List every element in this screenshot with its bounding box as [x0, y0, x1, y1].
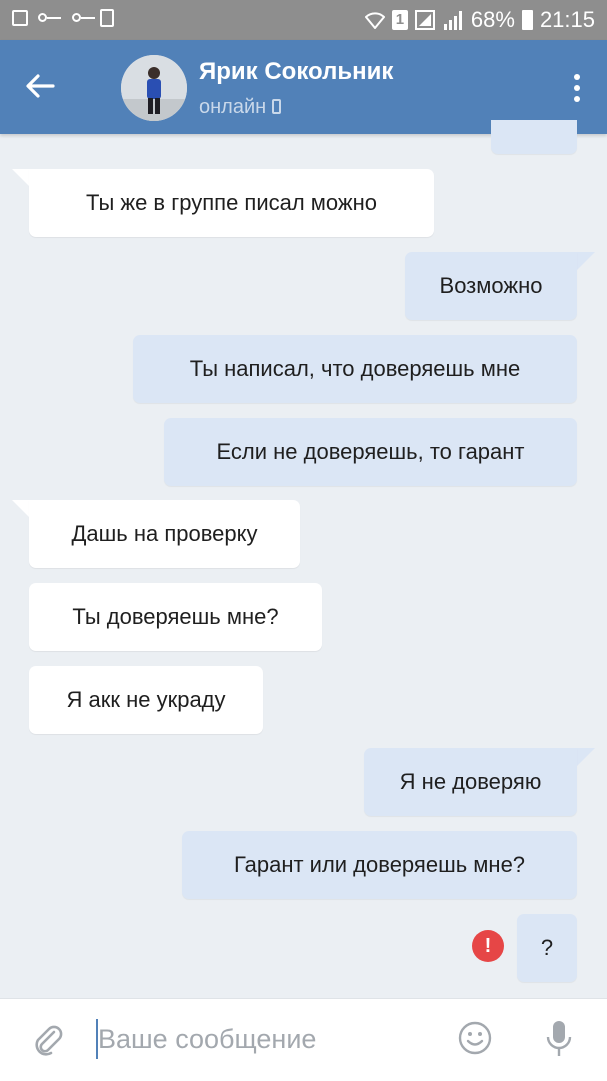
bubble-tail-icon	[577, 252, 595, 270]
bubble-tail-icon	[12, 500, 30, 518]
vpn-key-notification-icon	[72, 12, 95, 24]
battery-percent: 68%	[470, 7, 515, 32]
microphone-icon[interactable]	[545, 1019, 573, 1059]
message-bubble-incoming[interactable]: Дашь на проверку	[29, 500, 300, 568]
mobile-icon	[272, 99, 282, 114]
gallery-notification-icon	[12, 10, 28, 26]
message-text: Я не доверяю	[399, 769, 542, 794]
online-status: онлайн	[199, 96, 282, 119]
message-text: Если не доверяешь, то гарант	[216, 439, 525, 464]
signal-icon	[442, 10, 464, 30]
avatar-photo	[121, 55, 187, 121]
system-status: 1 68% 21:15	[364, 7, 595, 33]
bubble-tail-icon	[12, 169, 30, 187]
message-input[interactable]	[98, 1019, 428, 1059]
message-bubble-outgoing[interactable]: Возможно	[405, 252, 577, 320]
contact-name[interactable]: Ярик Сокольник	[199, 58, 393, 86]
message-bubble-outgoing[interactable]	[491, 120, 577, 154]
clock: 21:15	[539, 7, 595, 32]
send-error-icon[interactable]: !	[472, 930, 504, 962]
recycle-notification-icon	[100, 9, 114, 27]
sim-indicator: 1	[391, 10, 408, 30]
message-bubble-outgoing[interactable]: Ты написал, что доверяешь мне	[133, 335, 577, 403]
sim-signal-icon	[414, 10, 435, 30]
message-bubble-incoming[interactable]: Ты доверяешь мне?	[29, 583, 322, 651]
message-text: Я акк не украду	[66, 687, 226, 712]
message-text: Ты же в группе писал можно	[85, 190, 378, 215]
message-composer	[0, 998, 607, 1081]
status-bar: 1 68% 21:15	[0, 0, 607, 40]
bubble-tail-icon	[577, 748, 595, 766]
message-bubble-outgoing[interactable]: Я не доверяю	[364, 748, 577, 816]
battery-icon	[521, 10, 533, 30]
message-bubble-outgoing[interactable]: Гарант или доверяешь мне?	[182, 831, 577, 899]
message-text: Ты написал, что доверяешь мне	[189, 356, 521, 381]
message-text: Дашь на проверку	[71, 521, 258, 546]
emoji-icon[interactable]	[458, 1021, 492, 1055]
message-text: Возможно	[439, 273, 543, 298]
message-bubble-incoming[interactable]: Я акк не украду	[29, 666, 263, 734]
message-text: Ты доверяешь мне?	[72, 604, 279, 629]
message-text: Гарант или доверяешь мне?	[233, 852, 526, 877]
message-bubble-incoming[interactable]: Ты же в группе писал можно	[29, 169, 434, 237]
paperclip-icon[interactable]	[32, 1023, 64, 1057]
more-options-icon[interactable]	[573, 74, 581, 104]
back-arrow-icon[interactable]	[22, 68, 58, 104]
message-text: ?	[540, 935, 554, 960]
online-status-text: онлайн	[199, 96, 267, 118]
key-notification-icon	[38, 12, 62, 24]
avatar[interactable]	[121, 55, 187, 121]
wifi-icon	[364, 12, 385, 29]
message-bubble-outgoing-failed[interactable]: ?	[517, 914, 577, 982]
notification-icons	[12, 9, 114, 27]
message-bubble-outgoing[interactable]: Если не доверяешь, то гарант	[164, 418, 577, 486]
